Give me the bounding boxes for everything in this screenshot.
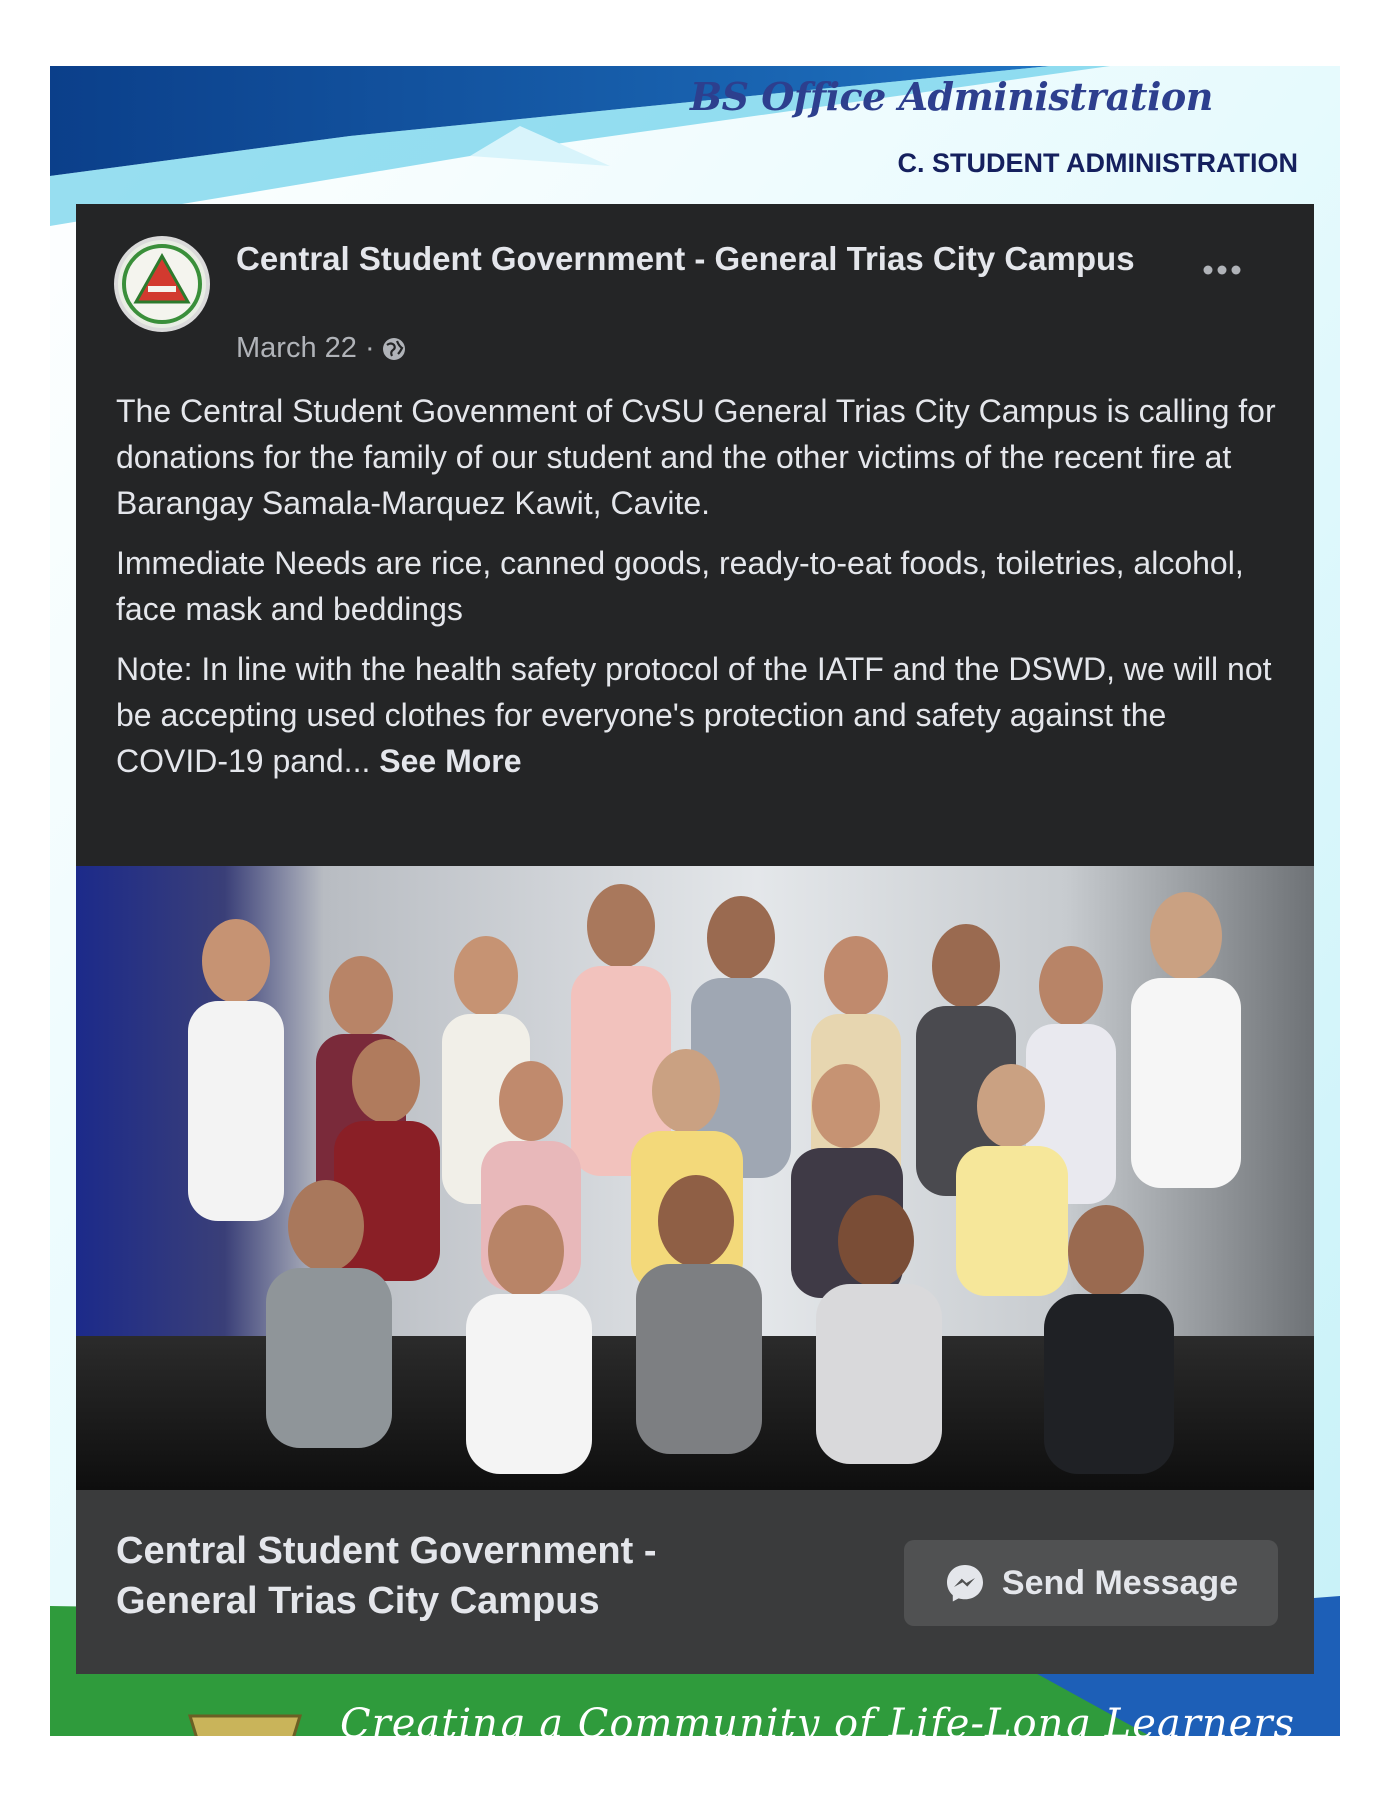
university-seal [187,1714,303,1736]
messenger-icon [946,1565,983,1602]
post-paragraph-note: Note: In line with the health safety pro… [116,646,1276,784]
send-message-label: Send Message [1001,1563,1239,1602]
send-message-button[interactable]: Send Message [904,1540,1278,1626]
document-title: BS Office Administration [690,74,1213,119]
note-text: Note: In line with the health safety pro… [116,651,1272,779]
page-avatar[interactable] [114,236,210,332]
tagline: Creating a Community of Life-Long Learne… [340,1701,1295,1736]
footer-page-name[interactable]: Central Student Government - General Tri… [116,1526,756,1626]
post-meta: March 22 · [236,332,407,365]
see-more-link[interactable]: See More [379,743,521,779]
group-photo-image [76,866,1314,1490]
post-body: The Central Student Govenment of CvSU Ge… [116,388,1276,798]
logo-icon [122,244,202,324]
post-footer: Central Student Government - General Tri… [76,1490,1314,1674]
globe-icon[interactable] [381,336,407,362]
post-paragraph: Immediate Needs are rice, canned goods, … [116,545,1244,627]
page-name-link[interactable]: Central Student Government - General Tri… [236,236,1136,282]
post-paragraph: The Central Student Govenment of CvSU Ge… [116,393,1276,521]
post-date[interactable]: March 22 · [236,332,375,365]
post-photo[interactable] [76,866,1314,1490]
facebook-post-card: Central Student Government - General Tri… [76,204,1314,1674]
section-title: C. STUDENT ADMINISTRATION [897,148,1298,178]
more-options-icon[interactable] [1200,260,1244,280]
